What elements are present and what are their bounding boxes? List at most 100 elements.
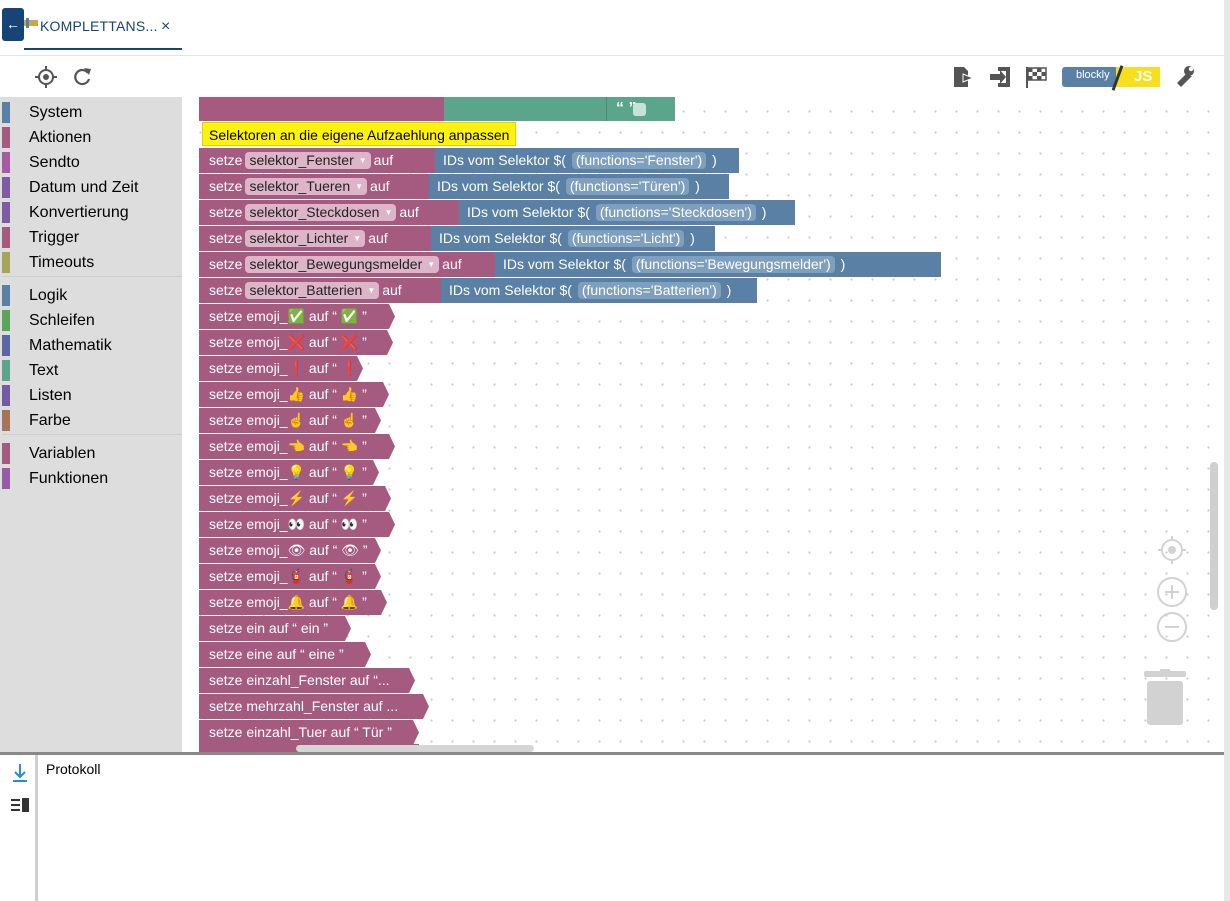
export-icon[interactable]: [951, 65, 975, 89]
category-datum-und-zeit[interactable]: Datum und Zeit: [0, 175, 182, 200]
trash-icon[interactable]: [1144, 669, 1186, 725]
emoji-value[interactable]: 🧯: [341, 568, 358, 584]
list-view-icon[interactable]: [11, 798, 29, 812]
variable-dropdown[interactable]: selektor_Tueren ▼: [245, 178, 368, 195]
category-label: System: [29, 104, 83, 121]
variable-dropdown[interactable]: selektor_Steckdosen ▼: [245, 204, 397, 221]
category-mathematik[interactable]: Mathematik: [0, 333, 182, 358]
wrench-icon[interactable]: [1172, 65, 1196, 89]
selector-block[interactable]: IDs vom Selektor $( (functions='Fenster'…: [435, 148, 739, 173]
variable-dropdown[interactable]: selektor_Batterien ▼: [245, 282, 380, 299]
set-emoji-block[interactable]: setze emoji_✅ auf “ ✅ ”: [199, 304, 395, 329]
category-schleifen[interactable]: Schleifen: [0, 308, 182, 333]
emoji-value[interactable]: 👍: [341, 386, 358, 402]
set-selector-block[interactable]: setze selektor_Bewegungsmelder ▼ auf IDs vom…: [199, 252, 941, 277]
set-emoji-block[interactable]: setze emoji_❗ auf “ ❗ ”: [199, 356, 363, 381]
category-farbe[interactable]: Farbe: [0, 408, 182, 433]
emoji-value[interactable]: 🔔: [341, 594, 358, 610]
checkered-flag-icon[interactable]: [1024, 65, 1048, 89]
emoji-value[interactable]: 👈: [341, 438, 358, 454]
blockly-workspace[interactable]: “ ” Selektoren an die eigene Aufzaehlung…: [182, 97, 1224, 752]
selector-block[interactable]: IDs vom Selektor $( (functions='Steckdos…: [459, 200, 795, 225]
category-color-bar: [2, 177, 10, 198]
horizontal-scrollbar[interactable]: [296, 745, 534, 752]
set-text-block[interactable]: setze einzahl_Tuer auf “ Tür ”: [199, 720, 419, 745]
variable-dropdown[interactable]: selektor_Bewegungsmelder ▼: [245, 256, 440, 273]
selector-expression[interactable]: (functions='Batterien'): [577, 282, 721, 299]
category-trigger[interactable]: Trigger: [0, 225, 182, 250]
blockly-js-toggle[interactable]: blockly JS: [1062, 65, 1160, 91]
top-string-block[interactable]: “ ”: [444, 97, 675, 121]
emoji-quote-end: ”: [362, 464, 367, 480]
selector-expression[interactable]: (functions='Licht'): [567, 230, 685, 247]
selector-expression[interactable]: (functions='Bewegungsmelder'): [631, 256, 835, 273]
emoji-char: ❌: [287, 334, 306, 350]
set-text-block[interactable]: setze mehrzahl_Fenster auf ...: [199, 694, 429, 719]
comment-block[interactable]: Selektoren an die eigene Aufzaehlung anp…: [202, 122, 517, 146]
set-emoji-block[interactable]: setze emoji_❌ auf “ ❌ ”: [199, 330, 393, 355]
set-emoji-block[interactable]: setze emoji_👁 auf “ 👁 ”: [199, 538, 381, 563]
set-emoji-block[interactable]: setze emoji_👀 auf “ 👀 ”: [199, 512, 395, 537]
variable-dropdown[interactable]: selektor_Fenster ▼: [245, 152, 371, 169]
emoji-value[interactable]: ✅: [341, 308, 358, 324]
set-selector-block[interactable]: setze selektor_Fenster ▼ auf IDs vom Selekto…: [199, 148, 739, 173]
set-selector-block[interactable]: setze selektor_Steckdosen ▼ auf IDs vom Sele…: [199, 200, 795, 225]
top-block[interactable]: [199, 97, 444, 121]
set-text-block[interactable]: setze ein auf “ ein ”: [199, 616, 351, 641]
category-label: Schleifen: [29, 312, 95, 329]
category-sendto[interactable]: Sendto: [0, 150, 182, 175]
category-variablen[interactable]: Variablen: [0, 441, 182, 466]
selector-close: ): [690, 230, 695, 246]
set-selector-block[interactable]: setze selektor_Lichter ▼ auf IDs vom Selekto…: [199, 226, 715, 251]
set-emoji-block[interactable]: setze emoji_⚡ auf “ ⚡ ”: [199, 486, 391, 511]
download-icon[interactable]: [12, 763, 28, 783]
emoji-value[interactable]: ⚡: [341, 490, 358, 506]
category-aktionen[interactable]: Aktionen: [0, 125, 182, 150]
emoji-var-prefix: setze emoji_: [209, 464, 288, 480]
emoji-value[interactable]: ❌: [341, 334, 358, 350]
category-text[interactable]: Text: [0, 358, 182, 383]
selector-block[interactable]: IDs vom Selektor $( (functions='Bewegung…: [495, 252, 941, 277]
import-icon[interactable]: [988, 65, 1012, 89]
selector-expression[interactable]: (functions='Fenster'): [571, 152, 707, 169]
setze-label: setze: [209, 230, 243, 246]
category-timeouts[interactable]: Timeouts: [0, 250, 182, 275]
set-emoji-block[interactable]: setze emoji_👍 auf “ 👍 ”: [199, 382, 389, 407]
emoji-value[interactable]: ☝: [341, 412, 358, 428]
selector-expression[interactable]: (functions='Türen'): [565, 178, 690, 195]
set-emoji-block[interactable]: setze emoji_🧯 auf “ 🧯 ”: [199, 564, 381, 589]
category-system[interactable]: System: [0, 100, 182, 125]
set-selector-block[interactable]: setze selektor_Tueren ▼ auf IDs vom Selektor…: [199, 174, 729, 199]
back-button[interactable]: ←: [2, 8, 24, 41]
category-funktionen[interactable]: Funktionen: [0, 466, 182, 491]
category-listen[interactable]: Listen: [0, 383, 182, 408]
emoji-value[interactable]: 👁: [341, 542, 359, 558]
tab-close-button[interactable]: ×: [161, 18, 170, 36]
emoji-value[interactable]: 👀: [341, 516, 358, 532]
center-workspace-icon[interactable]: [1156, 534, 1188, 566]
set-emoji-block[interactable]: setze emoji_💡 auf “ 💡 ”: [199, 460, 379, 485]
set-text-block[interactable]: setze einzahl_Fenster auf “...: [199, 668, 415, 693]
selector-block[interactable]: IDs vom Selektor $( (functions='Türen') …: [429, 174, 729, 199]
category-logik[interactable]: Logik: [0, 283, 182, 308]
category-konvertierung[interactable]: Konvertierung: [0, 200, 182, 225]
set-text-label: setze einzahl_Fenster auf “...: [209, 672, 390, 688]
set-selector-block[interactable]: setze selektor_Batterien ▼ auf IDs vom Selek…: [199, 278, 757, 303]
locate-icon[interactable]: [34, 65, 58, 89]
tab-script[interactable]: KOMPLETTANS... ×: [24, 6, 182, 50]
set-emoji-block[interactable]: setze emoji_🔔 auf “ 🔔 ”: [199, 590, 387, 615]
selector-block[interactable]: IDs vom Selektor $( (functions='Batterie…: [441, 278, 757, 303]
set-text-block[interactable]: setze eine auf “ eine ”: [199, 642, 371, 667]
emoji-value[interactable]: 💡: [341, 464, 358, 480]
selector-expression[interactable]: (functions='Steckdosen'): [595, 204, 756, 221]
refresh-icon[interactable]: [70, 65, 94, 89]
selector-block[interactable]: IDs vom Selektor $( (functions='Licht') …: [431, 226, 715, 251]
emoji-auf: auf “: [308, 464, 337, 480]
emoji-value[interactable]: ❗: [341, 360, 358, 376]
vertical-scrollbar[interactable]: [1210, 462, 1218, 610]
variable-dropdown[interactable]: selektor_Lichter ▼: [245, 230, 366, 247]
zoom-out-icon[interactable]: [1156, 611, 1188, 643]
zoom-in-icon[interactable]: [1156, 576, 1188, 608]
set-emoji-block[interactable]: setze emoji_👈 auf “ 👈 ”: [199, 434, 395, 459]
set-emoji-block[interactable]: setze emoji_☝ auf “ ☝ ”: [199, 408, 381, 433]
